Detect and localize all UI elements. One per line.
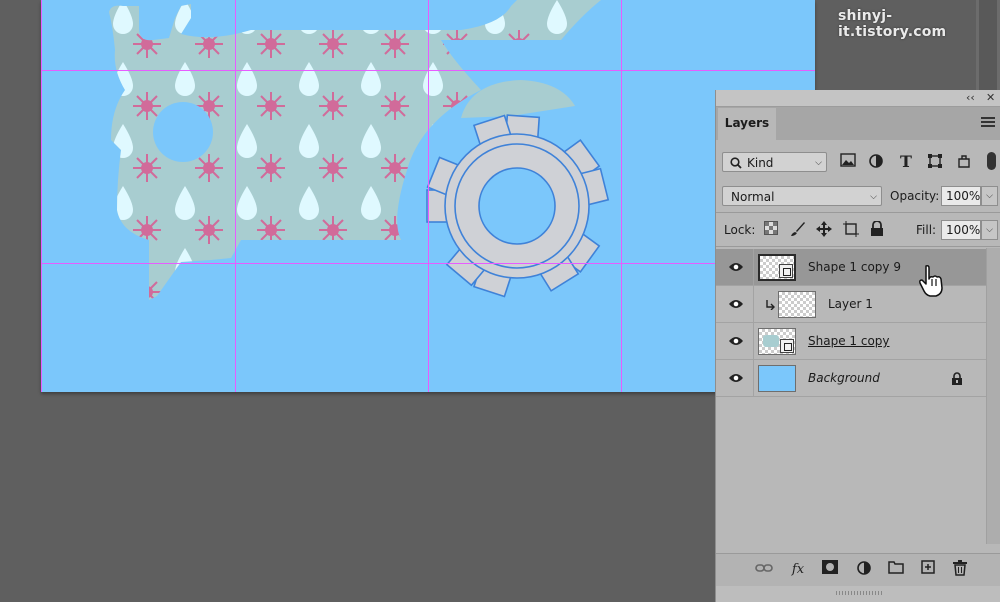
vector-mask-icon [779,264,793,278]
canvas-artwork [41,0,815,392]
eye-icon[interactable] [728,335,744,347]
hand-cursor-icon [919,265,943,297]
new-group-icon[interactable] [886,560,906,580]
eye-icon[interactable] [728,372,744,384]
layer-thumbnail [758,254,796,281]
lock-all-icon[interactable] [868,220,886,239]
gear-shape [426,114,610,298]
clipping-arrow-icon [766,300,775,310]
fill-dropdown[interactable]: ⌵ [981,220,998,240]
panel-topbar: ‹‹ ✕ [716,90,1000,107]
opacity-label: Opacity: [890,189,940,203]
blend-row: Normal ⌵ Opacity: 100% ⌵ [716,186,1000,208]
document-canvas[interactable] [41,0,815,392]
layer-name[interactable]: Shape 1 copy 9 [808,249,901,286]
blend-mode-value: Normal [731,190,775,204]
search-icon [730,157,742,169]
lock-row: Lock: Fill: 100% ⌵ [716,220,1000,242]
tab-layers[interactable]: Layers [718,108,776,140]
adjustment-filter-icon[interactable] [867,153,885,171]
filter-kind-dropdown[interactable]: Kind ⌵ [722,152,827,172]
layer-name[interactable]: Shape 1 copy [808,323,890,360]
fill-label: Fill: [916,223,937,237]
layer-row-background[interactable]: Background [716,360,986,397]
lock-artboard-icon[interactable] [842,221,860,239]
layer-style-button[interactable]: fx [788,560,808,580]
layer-thumbnail [758,328,796,355]
new-layer-icon[interactable] [918,560,938,580]
blend-mode-dropdown[interactable]: Normal ⌵ [722,186,882,206]
filter-row: Kind ⌵ T [716,152,1000,174]
lock-icon [952,372,962,385]
lock-transparent-pixels-icon[interactable] [762,221,780,239]
layer-thumbnail [758,365,796,392]
eye-icon[interactable] [728,298,744,310]
panel-footer: fx [716,553,1000,586]
layer-row-shape-1-copy[interactable]: Shape 1 copy [716,323,986,360]
fill-input[interactable]: 100% [941,220,981,240]
layers-panel: ‹‹ ✕ Layers Kind ⌵ T Normal ⌵ Opacity: 1… [715,90,1000,602]
lock-label: Lock: [724,223,756,237]
smart-object-filter-icon[interactable] [955,153,973,171]
shape-filter-icon[interactable] [926,153,944,171]
lock-image-pixels-icon[interactable] [789,221,807,239]
opacity-dropdown[interactable]: ⌵ [981,186,998,206]
new-fill-adjustment-icon[interactable] [854,560,874,580]
layer-thumbnail [778,291,816,318]
filter-kind-label: Kind [747,156,774,170]
opacity-input[interactable]: 100% [941,186,981,206]
layer-name[interactable]: Layer 1 [828,286,873,323]
panel-resize-grip[interactable] [716,586,1000,602]
watermark-text: shinyj-it.tistory.com [838,8,947,40]
close-panel-button[interactable]: ✕ [986,90,995,106]
eye-icon[interactable] [728,261,744,273]
panel-menu-icon[interactable] [981,115,995,129]
lock-position-icon[interactable] [815,221,833,239]
filter-toggle[interactable] [987,152,996,170]
collapse-panel-button[interactable]: ‹‹ [966,90,975,106]
eye-hole [153,102,213,162]
layers-scrollbar[interactable] [986,248,1000,544]
type-filter-icon[interactable]: T [897,153,915,171]
image-filter-icon[interactable] [839,153,857,171]
layer-name[interactable]: Background [808,360,880,397]
vector-mask-icon [780,339,794,353]
link-layers-icon[interactable] [754,560,774,580]
panel-tab-bar: Layers [716,107,1000,140]
add-mask-icon[interactable] [820,560,840,580]
delete-layer-icon[interactable] [950,560,970,580]
